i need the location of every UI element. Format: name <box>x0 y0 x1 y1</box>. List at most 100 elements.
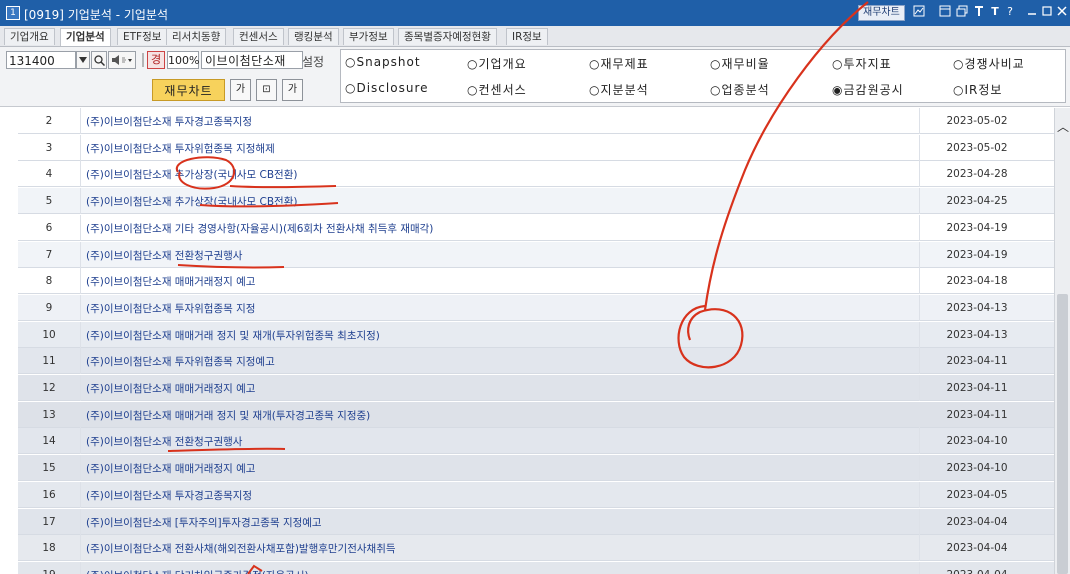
radio-unselected-icon[interactable]: ○ <box>953 83 964 97</box>
company-name-field[interactable]: 이브이첨단소재 <box>201 51 303 69</box>
radio-financial-ratios[interactable]: ○재무비율 <box>710 55 770 72</box>
radio-ownership-analysis[interactable]: ○지분분석 <box>589 81 649 98</box>
financial-chart-button[interactable]: 재무차트 <box>858 5 905 21</box>
disclosure-title-link[interactable]: (주)이브이첨단소재 투자경고종목지정 <box>86 114 252 129</box>
disclosure-title-link[interactable]: (주)이브이첨단소재 매매거래정지 예고 <box>86 274 255 289</box>
scroll-thumb[interactable] <box>1057 294 1068 574</box>
tab-capital-increase[interactable]: 종목별증자예정현황 <box>398 28 497 45</box>
tab-etf-info[interactable]: ETF정보 <box>117 28 168 45</box>
column-divider <box>80 561 81 574</box>
table-row[interactable]: 6 (주)이브이첨단소재 기타 경영사항(자율공시)(제6회차 전환사채 취득후 … <box>18 214 1054 241</box>
stock-code-input[interactable]: 131400 <box>6 51 76 69</box>
radio-unselected-icon[interactable]: ○ <box>953 57 964 71</box>
radio-competitor-comparison[interactable]: ○경쟁사비교 <box>953 55 1025 72</box>
radio-unselected-icon[interactable]: ○ <box>589 83 600 97</box>
table-row[interactable]: 12 (주)이브이첨단소재 매매거래정지 예고 2023-04-11 <box>18 375 1054 401</box>
radio-consensus[interactable]: ○컨센서스 <box>467 81 527 98</box>
column-divider <box>919 375 920 401</box>
disclosure-date: 2023-04-11 <box>946 408 1008 421</box>
close-icon[interactable] <box>1055 5 1069 19</box>
radio-unselected-icon[interactable]: ○ <box>345 81 356 95</box>
disclosure-title-link[interactable]: (주)이브이첨단소재 전환청구권행사 <box>86 434 242 449</box>
disclosure-title-link[interactable]: (주)이브이첨단소재 전환청구권행사 <box>86 248 242 263</box>
table-row[interactable]: 8 (주)이브이첨단소재 매매거래정지 예고 2023-04-18 <box>18 268 1054 295</box>
disclosure-title-link[interactable]: (주)이브이첨단소재 투자위험종목 지정예고 <box>86 354 275 369</box>
tab-company-analysis[interactable]: 기업분석 <box>60 28 111 46</box>
chart-icon[interactable] <box>912 5 926 19</box>
minimize-icon[interactable] <box>1025 5 1039 19</box>
table-row[interactable]: 15 (주)이브이첨단소재 매매거래정지 예고 2023-04-10 <box>18 455 1054 482</box>
radio-unselected-icon[interactable]: ○ <box>467 57 478 71</box>
font-small-button[interactable]: 가 <box>230 79 251 101</box>
table-row[interactable]: 10 (주)이브이첨단소재 매매거래 정지 및 재개(투자위험종목 최초지정) 20… <box>18 321 1054 348</box>
table-row[interactable]: 7 (주)이브이첨단소재 전환청구권행사 2023-04-19 <box>18 241 1054 268</box>
search-icon[interactable] <box>91 51 107 69</box>
tab-company-overview[interactable]: 기업개요 <box>4 28 55 45</box>
radio-selected-icon[interactable]: ◉ <box>832 83 843 97</box>
radio-snapshot[interactable]: ○Snapshot <box>345 55 421 69</box>
radio-unselected-icon[interactable]: ○ <box>589 57 600 71</box>
settings-label[interactable]: 설정 <box>302 53 324 70</box>
table-row[interactable]: 18 (주)이브이첨단소재 전환사채(해외전환사채포함)발행후만기전사채취득 202… <box>18 535 1054 562</box>
tab-ranking[interactable]: 랭킹분석 <box>288 28 339 45</box>
disclosure-title-link[interactable]: (주)이브이첨단소재 투자위험종목 지정 <box>86 301 255 316</box>
warning-badge: 경 <box>147 51 165 69</box>
tab-research[interactable]: 리서치동향 <box>166 28 227 45</box>
disclosure-title-link[interactable]: (주)이브이첨단소재 추가상장(국내사모 CB전환) <box>86 167 297 182</box>
window-split-icon[interactable] <box>955 5 969 19</box>
disclosure-title-link[interactable]: (주)이브이첨단소재 추가상장(국내사모 CB전환) <box>86 194 297 209</box>
scroll-up-icon[interactable]: ︿ <box>1055 118 1070 134</box>
fin-chart-button[interactable]: 재무차트 <box>152 79 225 101</box>
dropdown-icon[interactable] <box>76 51 90 69</box>
font-size-button[interactable]: T <box>988 5 1002 19</box>
speaker-icon[interactable] <box>108 51 136 69</box>
tab-consensus[interactable]: 컨센서스 <box>233 28 284 45</box>
radio-unselected-icon[interactable]: ○ <box>832 57 843 71</box>
radio-ir-info[interactable]: ○IR정보 <box>953 81 1002 98</box>
radio-financial-statements[interactable]: ○재무제표 <box>589 55 649 72</box>
radio-industry-analysis[interactable]: ○업종분석 <box>710 81 770 98</box>
radio-disclosure[interactable]: ○Disclosure <box>345 81 429 95</box>
radio-unselected-icon[interactable]: ○ <box>710 83 721 97</box>
radio-unselected-icon[interactable]: ○ <box>467 83 478 97</box>
table-row[interactable]: 19 (주)이브이첨단소재 단기차입금증가결정(자율공시) 2023-04-04 <box>18 561 1054 574</box>
table-row[interactable]: 5 (주)이브이첨단소재 추가상장(국내사모 CB전환) 2023-04-25 <box>18 188 1054 215</box>
disclosure-title-link[interactable]: (주)이브이첨단소재 [투자주의]투자경고종목 지정예고 <box>86 515 322 530</box>
disclosure-title-link[interactable]: (주)이브이첨단소재 투자위험종목 지정해제 <box>86 141 275 156</box>
table-row[interactable]: 3 (주)이브이첨단소재 투자위험종목 지정해제 2023-05-02 <box>18 134 1054 161</box>
table-row[interactable]: 17 (주)이브이첨단소재 [투자주의]투자경고종목 지정예고 2023-04-04 <box>18 508 1054 535</box>
disclosure-date: 2023-04-04 <box>922 569 1032 574</box>
disclosure-title-link[interactable]: (주)이브이첨단소재 전환사채(해외전환사채포함)발행후만기전사채취득 <box>86 541 396 556</box>
radio-investment-indicators[interactable]: ○투자지표 <box>832 55 892 72</box>
fit-window-button[interactable]: ⊡ <box>256 79 277 101</box>
disclosure-title-link[interactable]: (주)이브이첨단소재 매매거래정지 예고 <box>86 461 255 476</box>
disclosure-title-link[interactable]: (주)이브이첨단소재 매매거래 정지 및 재개(투자위험종목 최초지정) <box>86 328 380 343</box>
ratio-display: 100% <box>167 51 199 69</box>
radio-unselected-icon[interactable]: ○ <box>710 57 721 71</box>
help-button[interactable]: ? <box>1003 5 1017 19</box>
restore-icon[interactable] <box>938 5 952 19</box>
table-row[interactable]: 2 (주)이브이첨단소재 투자경고종목지정 2023-05-02 <box>18 108 1054 134</box>
font-large-button[interactable]: 가 <box>282 79 303 101</box>
table-row[interactable]: 9 (주)이브이첨단소재 투자위험종목 지정 2023-04-13 <box>18 294 1054 321</box>
disclosure-title-link[interactable]: (주)이브이첨단소재 매매거래 정지 및 재개(투자경고종목 지정중) <box>86 408 370 423</box>
disclosure-title-link[interactable]: (주)이브이첨단소재 투자경고종목지정 <box>86 488 252 503</box>
radio-fss-disclosure[interactable]: ◉금감원공시 <box>832 81 904 98</box>
disclosure-title-link[interactable]: (주)이브이첨단소재 단기차입금증가결정(자율공시) <box>86 568 309 574</box>
table-row[interactable]: 14 (주)이브이첨단소재 전환청구권행사 2023-04-10 <box>18 428 1054 455</box>
radio-unselected-icon[interactable]: ○ <box>345 55 356 69</box>
tab-additional-info[interactable]: 부가정보 <box>343 28 394 45</box>
vertical-scrollbar[interactable]: ︿ <box>1054 108 1070 574</box>
radio-company-overview[interactable]: ○기업개요 <box>467 55 527 72</box>
table-row[interactable]: 16 (주)이브이첨단소재 투자경고종목지정 2023-04-05 <box>18 481 1054 508</box>
table-row[interactable]: 4 (주)이브이첨단소재 추가상장(국내사모 CB전환) 2023-04-28 <box>18 161 1054 188</box>
disclosure-title-link[interactable]: (주)이브이첨단소재 매매거래정지 예고 <box>86 381 255 396</box>
tab-ir-info[interactable]: IR정보 <box>506 28 548 45</box>
disclosure-title-link[interactable]: (주)이브이첨단소재 기타 경영사항(자율공시)(제6회차 전환사채 취득후 재… <box>86 221 433 236</box>
maximize-icon[interactable] <box>1040 5 1054 19</box>
disclosure-date: 2023-04-10 <box>946 462 1008 475</box>
column-divider <box>80 294 81 321</box>
table-row[interactable]: 13 (주)이브이첨단소재 매매거래 정지 및 재개(투자경고종목 지정중) 202… <box>18 401 1054 428</box>
table-row[interactable]: 11 (주)이브이첨단소재 투자위험종목 지정예고 2023-04-11 <box>18 348 1054 375</box>
pin-icon[interactable] <box>972 5 986 19</box>
